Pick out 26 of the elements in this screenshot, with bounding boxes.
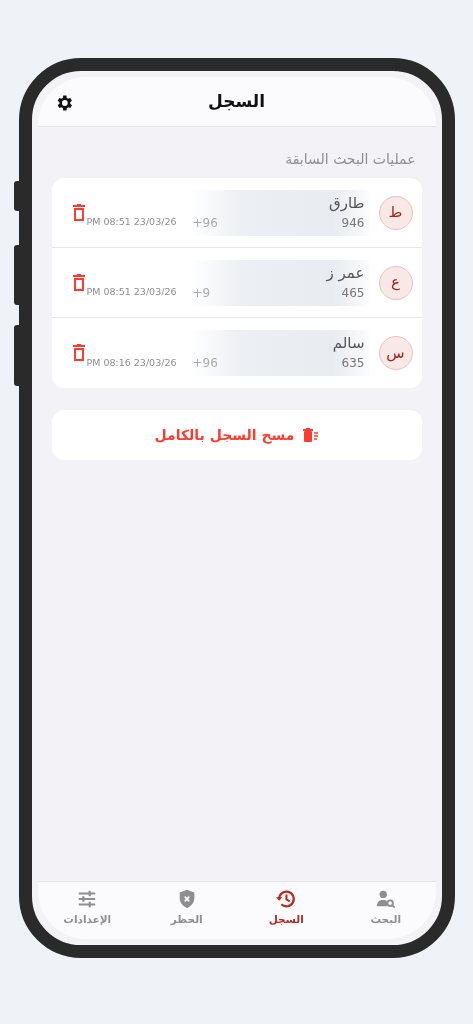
section-heading: عمليات البحث السابقة <box>284 150 416 169</box>
screen-title: السجل <box>208 89 265 113</box>
contact-avatar: ط <box>378 195 413 230</box>
contact-name: سالم <box>331 334 365 352</box>
phone-number-end: 946 <box>341 214 365 232</box>
search-time: PM 08:51 23/03/26 <box>86 285 177 300</box>
tab-bar-item[interactable]: الإعدادات <box>37 882 137 933</box>
contact-name: طارق <box>328 193 365 212</box>
clear-history-button[interactable]: مسح السجل بالكامل <box>51 410 422 460</box>
tab-bar-item[interactable]: الحظر <box>137 882 237 933</box>
phone-number-start: +9 <box>192 284 211 302</box>
search-time: PM 08:16 23/03/26 <box>86 355 177 370</box>
trash-icon[interactable] <box>72 203 87 222</box>
phone-number-start: +96 <box>192 214 218 232</box>
trash-list-icon <box>302 428 319 442</box>
tab-bar-item[interactable]: البحث <box>336 882 436 933</box>
phone-number-start: +96 <box>192 355 218 372</box>
contact-avatar: س <box>378 336 413 370</box>
phone-number-end: 635 <box>341 355 365 372</box>
trash-icon[interactable] <box>72 273 87 292</box>
contact-avatar: ع <box>378 265 413 300</box>
phone-number-end: 465 <box>341 284 365 302</box>
tab-bar-item[interactable]: السجل <box>236 882 336 933</box>
search-time: PM 08:51 23/03/26 <box>86 215 177 230</box>
trash-icon[interactable] <box>72 344 87 362</box>
contact-name: عمر ز <box>325 263 365 282</box>
